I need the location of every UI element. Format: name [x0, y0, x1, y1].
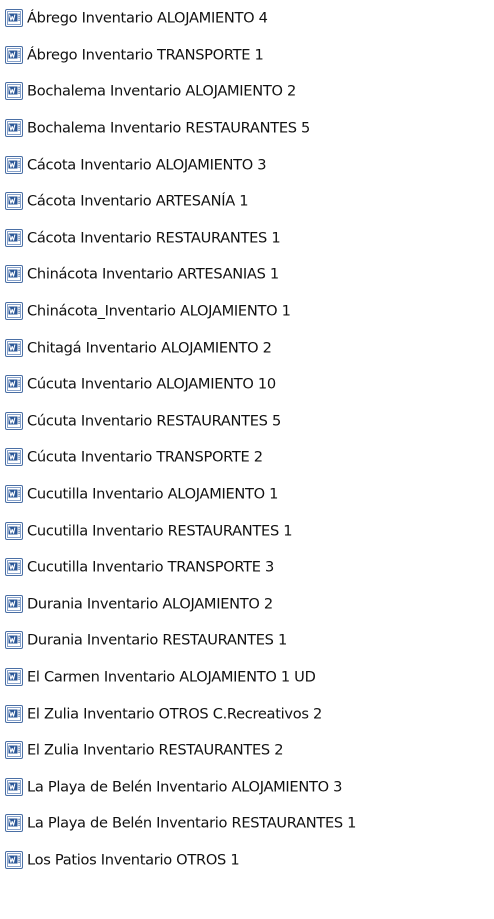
file-name: Cucutilla Inventario ALOJAMIENTO 1 [27, 485, 279, 503]
file-name: Chinácota_Inventario ALOJAMIENTO 1 [27, 302, 291, 320]
file-list-item[interactable]: Los Patios Inventario OTROS 1 [0, 842, 494, 879]
file-list-item[interactable]: El Zulia Inventario OTROS C.Recreativos … [0, 695, 494, 732]
word-document-icon [5, 9, 23, 28]
file-list-item[interactable]: Durania Inventario ALOJAMIENTO 2 [0, 586, 494, 623]
word-document-icon [5, 448, 23, 467]
file-list-item[interactable]: Cucutilla Inventario TRANSPORTE 3 [0, 549, 494, 586]
file-list-item[interactable]: Cucutilla Inventario RESTAURANTES 1 [0, 512, 494, 549]
file-list-item[interactable]: Cácota Inventario RESTAURANTES 1 [0, 220, 494, 257]
word-document-icon [5, 375, 23, 394]
file-name: Cúcuta Inventario ALOJAMIENTO 10 [27, 375, 276, 393]
file-list-item[interactable]: Durania Inventario RESTAURANTES 1 [0, 622, 494, 659]
file-name: Durania Inventario ALOJAMIENTO 2 [27, 595, 273, 613]
word-document-icon [5, 155, 23, 174]
word-document-icon [5, 777, 23, 796]
file-name: La Playa de Belén Inventario ALOJAMIENTO… [27, 778, 343, 796]
file-list-item[interactable]: Ábrego Inventario TRANSPORTE 1 [0, 37, 494, 74]
word-document-icon [5, 338, 23, 357]
word-document-icon [5, 228, 23, 247]
file-name: El Zulia Inventario OTROS C.Recreativos … [27, 705, 322, 723]
file-name: El Zulia Inventario RESTAURANTES 2 [27, 741, 284, 759]
file-name: Cácota Inventario RESTAURANTES 1 [27, 229, 281, 247]
word-document-icon [5, 850, 23, 869]
word-document-icon [5, 119, 23, 138]
file-list-item[interactable]: El Carmen Inventario ALOJAMIENTO 1 UD [0, 659, 494, 696]
file-list-item[interactable]: Cúcuta Inventario RESTAURANTES 5 [0, 403, 494, 440]
file-list-item[interactable]: Cácota Inventario ALOJAMIENTO 3 [0, 146, 494, 183]
file-list-item[interactable]: Chinácota_Inventario ALOJAMIENTO 1 [0, 293, 494, 330]
word-document-icon [5, 741, 23, 760]
file-name: Cucutilla Inventario TRANSPORTE 3 [27, 558, 275, 576]
file-list-item[interactable]: El Zulia Inventario RESTAURANTES 2 [0, 732, 494, 769]
file-list-item[interactable]: Bochalema Inventario RESTAURANTES 5 [0, 110, 494, 147]
word-document-icon [5, 521, 23, 540]
file-list-item[interactable]: Chinácota Inventario ARTESANIAS 1 [0, 256, 494, 293]
file-list-item[interactable]: Cácota Inventario ARTESANÍA 1 [0, 183, 494, 220]
file-name: Ábrego Inventario TRANSPORTE 1 [27, 46, 264, 64]
file-name: Cúcuta Inventario RESTAURANTES 5 [27, 412, 281, 430]
word-document-icon [5, 45, 23, 64]
file-list-item[interactable]: La Playa de Belén Inventario RESTAURANTE… [0, 805, 494, 842]
file-list-item[interactable]: Cucutilla Inventario ALOJAMIENTO 1 [0, 476, 494, 513]
file-name: La Playa de Belén Inventario RESTAURANTE… [27, 814, 357, 832]
file-name: Cácota Inventario ARTESANÍA 1 [27, 192, 249, 210]
word-document-icon [5, 704, 23, 723]
file-list-item[interactable]: Bochalema Inventario ALOJAMIENTO 2 [0, 73, 494, 110]
word-document-icon [5, 485, 23, 504]
file-list: Ábrego Inventario ALOJAMIENTO 4 Ábrego I… [0, 0, 494, 878]
file-name: Ábrego Inventario ALOJAMIENTO 4 [27, 9, 268, 27]
word-document-icon [5, 594, 23, 613]
file-name: Los Patios Inventario OTROS 1 [27, 851, 240, 869]
word-document-icon [5, 558, 23, 577]
file-name: El Carmen Inventario ALOJAMIENTO 1 UD [27, 668, 316, 686]
file-list-item[interactable]: Cúcuta Inventario TRANSPORTE 2 [0, 439, 494, 476]
word-document-icon [5, 411, 23, 430]
word-document-icon [5, 82, 23, 101]
word-document-icon [5, 265, 23, 284]
file-name: Durania Inventario RESTAURANTES 1 [27, 631, 287, 649]
file-list-item[interactable]: Ábrego Inventario ALOJAMIENTO 4 [0, 0, 494, 37]
word-document-icon [5, 814, 23, 833]
file-list-item[interactable]: La Playa de Belén Inventario ALOJAMIENTO… [0, 768, 494, 805]
file-name: Bochalema Inventario RESTAURANTES 5 [27, 119, 311, 137]
file-list-item[interactable]: Chitagá Inventario ALOJAMIENTO 2 [0, 329, 494, 366]
word-document-icon [5, 667, 23, 686]
file-name: Bochalema Inventario ALOJAMIENTO 2 [27, 82, 296, 100]
file-list-item[interactable]: Cúcuta Inventario ALOJAMIENTO 10 [0, 366, 494, 403]
word-document-icon [5, 631, 23, 650]
word-document-icon [5, 302, 23, 321]
file-name: Chinácota Inventario ARTESANIAS 1 [27, 265, 279, 283]
file-name: Cúcuta Inventario TRANSPORTE 2 [27, 448, 263, 466]
file-name: Chitagá Inventario ALOJAMIENTO 2 [27, 339, 272, 357]
file-name: Cucutilla Inventario RESTAURANTES 1 [27, 522, 293, 540]
word-document-icon [5, 192, 23, 211]
file-name: Cácota Inventario ALOJAMIENTO 3 [27, 156, 267, 174]
